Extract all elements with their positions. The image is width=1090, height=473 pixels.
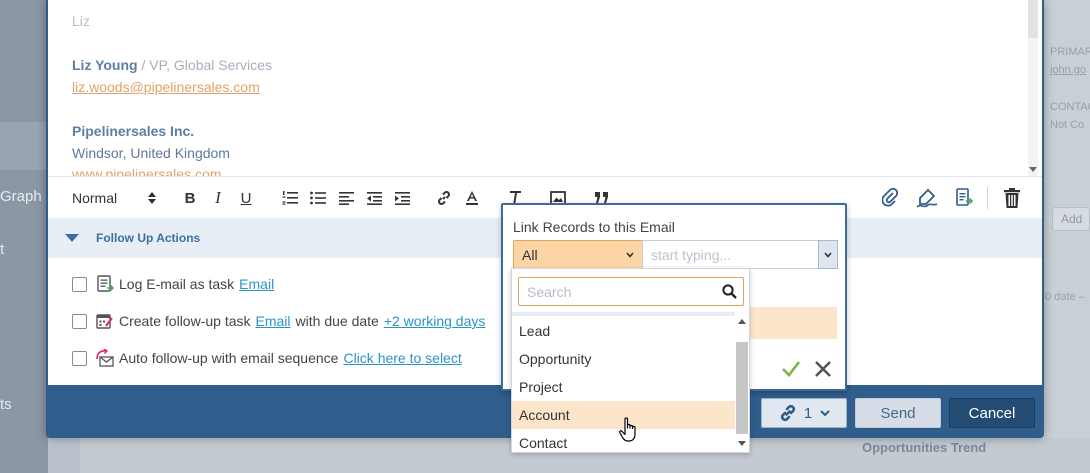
auto-sequence-checkbox[interactable]: [72, 350, 87, 366]
log-email-checkbox[interactable]: [72, 276, 87, 292]
hand-cursor-icon: [619, 417, 636, 442]
create-task-label: Create follow-up task: [119, 313, 251, 329]
text-color-icon[interactable]: [462, 177, 482, 219]
link-records-title: Link Records to this Email: [513, 219, 675, 235]
collapse-caret-icon[interactable]: [65, 234, 79, 242]
delete-trash-icon[interactable]: [1002, 177, 1022, 219]
signature-name-line: Liz Young / VP, Global Services: [72, 57, 272, 73]
align-left-icon[interactable]: [336, 177, 356, 219]
selected-record-row[interactable]: [739, 307, 837, 339]
bold-button[interactable]: B: [180, 177, 200, 219]
follow-up-row-log-email: Log E-mail as task Email: [72, 273, 274, 295]
create-task-due-label: with due date: [295, 313, 379, 329]
insert-link-icon[interactable]: [434, 177, 454, 219]
background-sidebar-item: t: [0, 241, 5, 258]
follow-up-row-auto-sequence: Auto follow-up with email sequence Click…: [72, 347, 462, 369]
select-sequence-link[interactable]: Click here to select: [343, 350, 461, 366]
signature-website-link[interactable]: www.pipelinersales.com: [72, 166, 221, 176]
create-task-type-link[interactable]: Email: [256, 313, 291, 329]
background-value: Not Co: [1050, 119, 1085, 131]
record-type-select[interactable]: All: [513, 240, 643, 269]
record-search-dropdown-button[interactable]: [818, 240, 838, 269]
due-date-link[interactable]: +2 working days: [384, 313, 486, 329]
scroll-down-arrow-icon[interactable]: [1029, 167, 1037, 172]
follow-up-title: Follow Up Actions: [96, 231, 201, 245]
signature-email-link[interactable]: liz.woods@pipelinersales.com: [72, 79, 260, 95]
email-text-line: Liz: [72, 13, 90, 29]
background-add-button: Add: [1052, 207, 1090, 231]
signature-name: Liz Young: [72, 57, 138, 73]
background-sidebar-item: ts: [0, 396, 12, 413]
editor-scrollbar[interactable]: [1028, 0, 1038, 176]
scroll-up-arrow-icon[interactable]: [738, 319, 746, 324]
paragraph-style-label: Normal: [72, 190, 118, 206]
outdent-icon[interactable]: [364, 177, 384, 219]
cancel-button[interactable]: Cancel: [949, 398, 1035, 428]
background-date-text: 0 date –: [1045, 291, 1085, 303]
background-sidebar-item: Graph: [0, 188, 42, 205]
scroll-down-arrow-icon[interactable]: [738, 441, 746, 446]
background-label: PRIMARY: [1050, 46, 1090, 58]
chevron-down-icon: [820, 409, 830, 416]
confirm-check-icon[interactable]: [781, 360, 801, 378]
dropdown-search-placeholder: Search: [527, 284, 572, 300]
italic-button[interactable]: I: [208, 177, 228, 219]
updown-arrows-icon: [148, 192, 156, 204]
signature-location: Windsor, United Kingdom: [72, 145, 230, 161]
signature-company: Pipelinersales Inc.: [72, 123, 195, 139]
underline-button[interactable]: U: [236, 177, 256, 219]
create-task-checkbox[interactable]: [72, 313, 87, 329]
email-sequence-icon: [96, 349, 114, 367]
editor-scrollbar-thumb[interactable]: [1028, 0, 1038, 38]
log-email-type-link[interactable]: Email: [239, 276, 274, 292]
background-sidebar-band: [0, 122, 48, 170]
follow-up-row-create-task: Create follow-up task Email with due dat…: [72, 310, 485, 332]
dropdown-separator: [512, 312, 735, 316]
indent-icon[interactable]: [392, 177, 412, 219]
dropdown-item-opportunity[interactable]: Opportunity: [512, 345, 735, 373]
chevron-down-icon: [626, 252, 634, 258]
signature-separator: /: [137, 57, 150, 73]
dropdown-item-lead[interactable]: Lead: [512, 317, 735, 345]
background-opportunities-trend: Opportunities Trend: [862, 440, 987, 455]
search-icon: [722, 284, 737, 299]
close-icon[interactable]: [814, 360, 832, 378]
dropdown-search-input[interactable]: Search: [518, 277, 744, 306]
task-list-icon: [97, 275, 114, 292]
signature-icon[interactable]: [916, 177, 938, 219]
dropdown-item-project[interactable]: Project: [512, 373, 735, 401]
link-chain-icon: [780, 404, 795, 422]
linked-records-count: 1: [803, 404, 813, 422]
ordered-list-icon[interactable]: [280, 177, 300, 219]
bullet-list-icon[interactable]: [308, 177, 328, 219]
background-label: CONTAC: [1050, 101, 1090, 113]
template-icon[interactable]: [954, 177, 974, 219]
background-link: john.go: [1050, 64, 1087, 76]
linked-records-button[interactable]: 1: [761, 398, 847, 428]
auto-sequence-label: Auto follow-up with email sequence: [119, 350, 339, 366]
record-type-value: All: [522, 247, 538, 263]
task-calendar-icon: [96, 314, 113, 329]
attachment-icon[interactable]: [880, 177, 900, 219]
email-body-editor[interactable]: Liz Liz Young / VP, Global Services liz.…: [48, 0, 1042, 176]
record-search-input[interactable]: start typing...: [642, 240, 838, 269]
log-email-label: Log E-mail as task: [119, 276, 235, 292]
dropdown-scrollbar-thumb[interactable]: [736, 342, 748, 434]
send-button[interactable]: Send: [855, 398, 941, 428]
toolbar-divider: [986, 187, 988, 209]
paragraph-style-select[interactable]: Normal: [72, 177, 162, 219]
signature-title: VP, Global Services: [149, 57, 272, 73]
dropdown-scrollbar[interactable]: [735, 316, 749, 452]
chevron-down-icon: [824, 251, 832, 258]
